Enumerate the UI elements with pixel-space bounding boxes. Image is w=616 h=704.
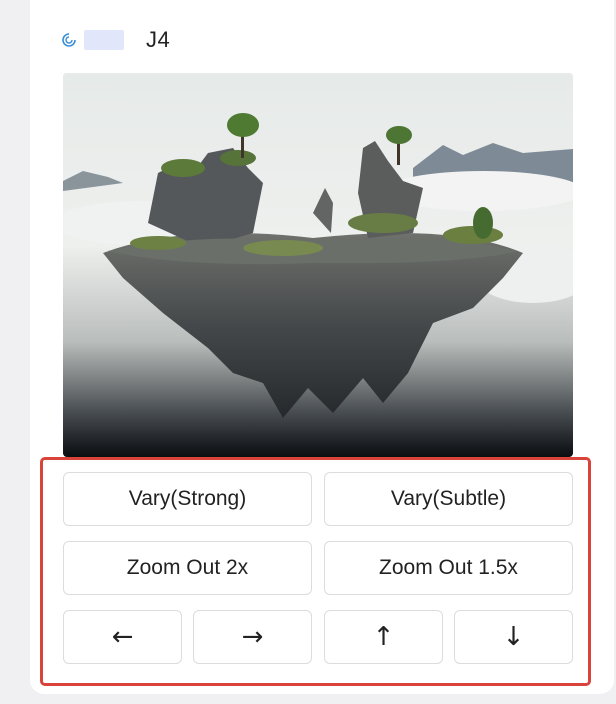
pan-left-button[interactable]: ← bbox=[63, 610, 182, 664]
pan-right-button[interactable]: → bbox=[193, 610, 312, 664]
redacted-name-placeholder bbox=[84, 30, 124, 50]
vary-subtle-button[interactable]: Vary(Subtle) bbox=[324, 472, 573, 526]
model-label: J4 bbox=[146, 27, 171, 52]
vary-strong-button[interactable]: Vary(Strong) bbox=[63, 472, 312, 526]
spinner-icon bbox=[62, 33, 76, 47]
zoom-out-2x-button[interactable]: Zoom Out 2x bbox=[63, 541, 312, 595]
generated-image[interactable] bbox=[63, 73, 573, 457]
zoom-out-1-5x-button[interactable]: Zoom Out 1.5x bbox=[324, 541, 573, 595]
pan-down-button[interactable]: ↓ bbox=[454, 610, 573, 664]
pan-up-button[interactable]: ↑ bbox=[324, 610, 443, 664]
floating-island-image bbox=[63, 73, 573, 457]
result-header: J4 bbox=[62, 24, 170, 56]
